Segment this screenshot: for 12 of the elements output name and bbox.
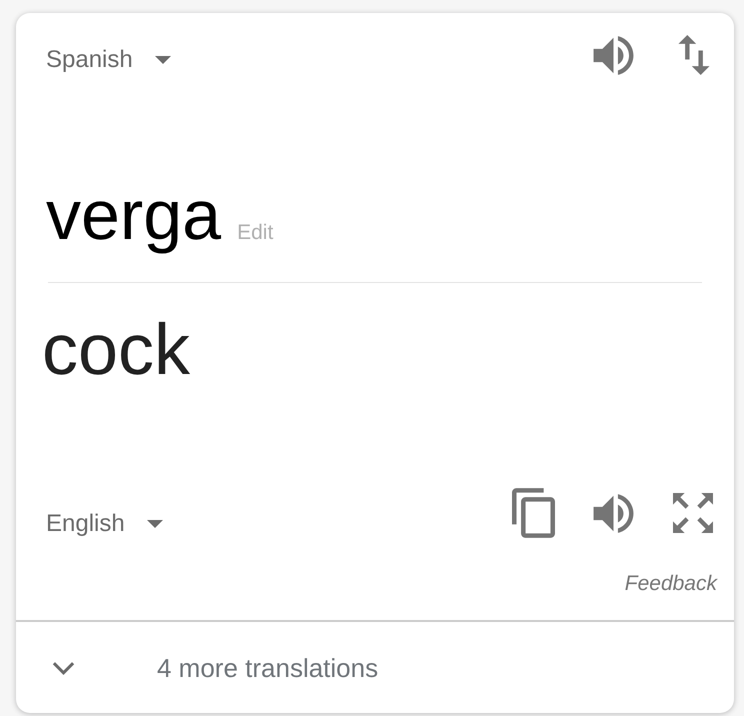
language-dropdown[interactable]: English (46, 512, 163, 536)
caret-icon (154, 56, 171, 64)
copy-icon[interactable] (512, 488, 555, 538)
speaker-icon[interactable] (593, 494, 634, 532)
caret-icon (146, 520, 163, 528)
translation-text: cock (42, 310, 190, 390)
language-dropdown[interactable]: Spanish (46, 48, 171, 72)
fullscreen-icon[interactable] (672, 493, 714, 533)
more-translations-button[interactable]: 4 more translations (52, 654, 378, 680)
speaker-icon[interactable] (593, 36, 634, 74)
swap-icon[interactable] (678, 35, 710, 75)
feedback-link[interactable]: Feedback (624, 573, 717, 594)
